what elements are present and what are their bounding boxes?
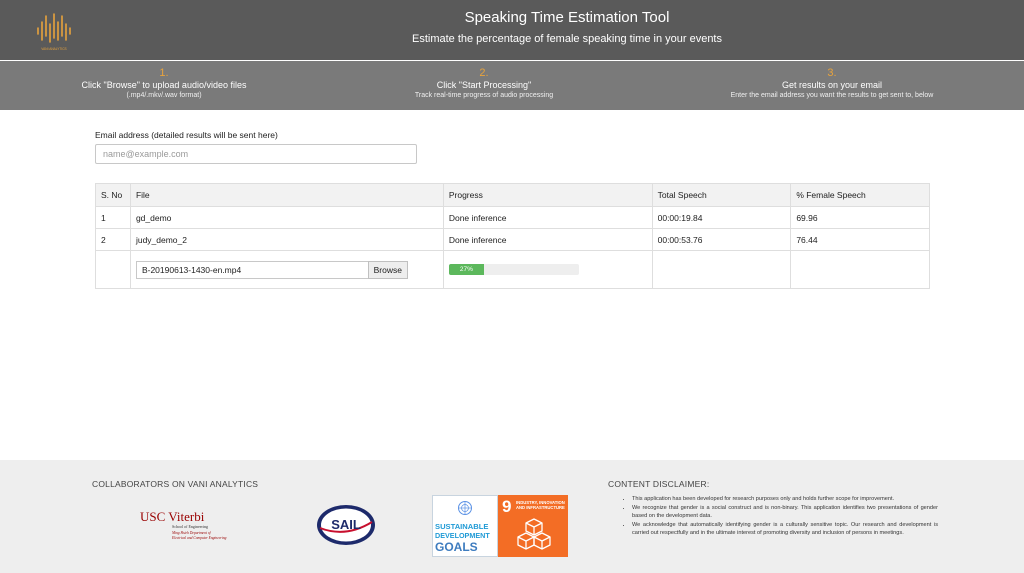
step-title: Click "Start Processing" (436, 80, 532, 90)
cell-total-speech: 00:00:53.76 (651, 228, 792, 251)
file-input[interactable]: B-20190613-1430-en.mp4 Browse (135, 260, 408, 279)
logo-caption: VANI ANALYTICS (41, 47, 66, 51)
usc-logo-line: Ming Hsieh Department of (171, 531, 212, 535)
list-item: This application has been developed for … (632, 495, 938, 504)
upload-row: B-20190613-1430-en.mp4 Browse 27% (95, 250, 930, 289)
table-row: 1 gd_demo Done inference 00:00:19.84 69.… (95, 206, 930, 229)
header: VANI ANALYTICS Speaking Time Estimation … (0, 0, 1024, 60)
cell-total-speech (651, 250, 792, 289)
sdg-goal-9: 9 INDUSTRY, INNOVATION AND INFRASTRUCTUR… (498, 495, 568, 557)
sdg-word: SUSTAINABLE (435, 522, 489, 531)
cell-female-speech: 69.96 (790, 206, 930, 229)
sdg-wordmark: SUSTAINABLE DEVELOPMENT GOALS (432, 495, 498, 557)
column-header-progress: Progress (442, 183, 653, 207)
usc-logo-line: School of Engineering (172, 524, 208, 529)
disclaimer-list: This application has been developed for … (620, 495, 938, 538)
step-number: 2. (479, 67, 489, 79)
column-header-female-speech: % Female Speech (790, 183, 930, 207)
usc-logo-line: Electrical and Computer Engineering (171, 536, 227, 540)
page-subtitle: Estimate the percentage of female speaki… (411, 33, 722, 45)
cell-sno: 2 (95, 228, 131, 251)
un-emblem-icon (458, 501, 472, 515)
table-header-row: S. No File Progress Total Speech % Femal… (95, 183, 930, 207)
column-header-sno: S. No (95, 183, 131, 207)
sail-logo-text: SAIL (331, 517, 361, 532)
cell-female-speech: 76.44 (790, 228, 930, 251)
cell-sno: 1 (95, 206, 131, 229)
step-title: Get results on your email (781, 80, 883, 90)
list-item: We acknowledge that automatically identi… (632, 521, 938, 538)
cell-file: judy_demo_2 (129, 228, 444, 251)
usc-logo-title: USC Viterbi (140, 509, 205, 524)
cell-female-speech (790, 250, 930, 289)
browse-button[interactable]: Browse (367, 260, 408, 279)
sdg-word: GOALS (435, 540, 478, 554)
list-item: We recognize that gender is a social con… (632, 504, 938, 521)
step-description: Track real-time progress of audio proces… (414, 92, 554, 99)
column-header-total-speech: Total Speech (651, 183, 792, 207)
email-input[interactable] (95, 144, 417, 164)
step-description: (.mp4/.mkv/.wav format) (126, 92, 202, 99)
step-number: 1. (159, 67, 169, 79)
page-title: Speaking Time Estimation Tool (464, 9, 670, 26)
progress-fill: 27% (448, 264, 484, 275)
cell-progress: Done inference (442, 206, 653, 229)
footer: COLLABORATORS ON VANI ANALYTICS USC Vite… (0, 460, 1024, 573)
file-name-field[interactable]: B-20190613-1430-en.mp4 (135, 260, 368, 279)
sail-logo[interactable]: SAIL (314, 502, 378, 548)
cubes-icon (517, 518, 551, 550)
table-row: 2 judy_demo_2 Done inference 00:00:53.76… (95, 228, 930, 251)
step-title: Click "Browse" to upload audio/video fil… (81, 80, 247, 90)
step-3: 3. Get results on your email Enter the e… (712, 67, 952, 100)
step-1: 1. Click "Browse" to upload audio/video … (64, 67, 264, 100)
cell-progress: 27% (442, 250, 653, 289)
cell-file: gd_demo (129, 206, 444, 229)
email-label: Email address (detailed results will be … (95, 130, 278, 140)
step-number: 3. (827, 67, 837, 79)
sdg-goal-title: INDUSTRY, INNOVATION AND INFRASTRUCTURE (516, 500, 565, 510)
sdg-goal-number: 9 (502, 497, 512, 516)
steps-bar: 1. Click "Browse" to upload audio/video … (0, 61, 1024, 110)
sdg-logo[interactable]: SUSTAINABLE DEVELOPMENT GOALS 9 INDUSTRY… (432, 495, 568, 557)
collaborators-title: COLLABORATORS ON VANI ANALYTICS (92, 479, 259, 489)
usc-viterbi-logo[interactable]: USC Viterbi School of Engineering Ming H… (138, 508, 248, 546)
cell-file-input: B-20190613-1430-en.mp4 Browse (129, 250, 444, 289)
progress-bar: 27% (448, 264, 579, 275)
cell-progress: Done inference (442, 228, 653, 251)
cell-sno (95, 250, 131, 289)
step-description: Enter the email address you want the res… (730, 92, 934, 99)
step-2: 2. Click "Start Processing" Track real-t… (384, 67, 584, 100)
results-table: S. No File Progress Total Speech % Femal… (95, 183, 930, 289)
cell-total-speech: 00:00:19.84 (651, 206, 792, 229)
disclaimer-title: CONTENT DISCLAIMER: (608, 479, 710, 489)
column-header-file: File (129, 183, 444, 207)
sdg-word: DEVELOPMENT (435, 531, 490, 540)
